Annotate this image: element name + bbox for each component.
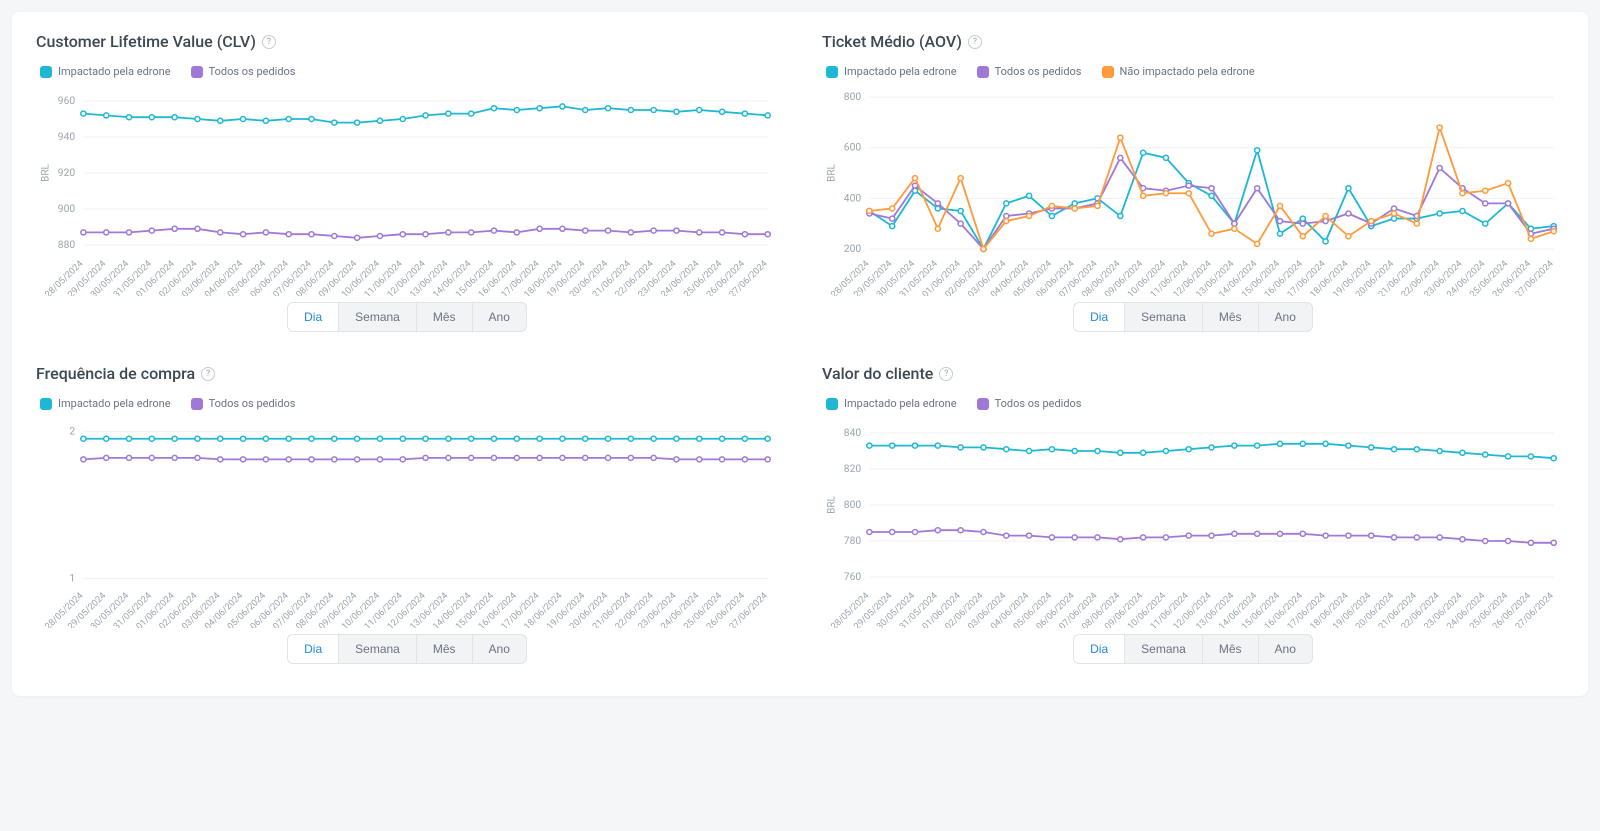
legend-clv: Impactado pela edrone Todos os pedidos: [40, 65, 778, 78]
legend-item-impacted[interactable]: Impactado pela edrone: [826, 397, 957, 410]
period-btn-semana[interactable]: Semana: [1125, 303, 1203, 331]
legend-label: Todos os pedidos: [995, 397, 1082, 410]
legend-item-impacted[interactable]: Impactado pela edrone: [40, 65, 171, 78]
panel-title-text: Ticket Médio (AOV): [822, 32, 962, 51]
period-btn-ano[interactable]: Ano: [473, 303, 526, 331]
period-btn-mês[interactable]: Mês: [1203, 303, 1259, 331]
svg-text:BRL: BRL: [826, 164, 837, 182]
dashboard-page: Customer Lifetime Value (CLV) ? Impactad…: [12, 12, 1588, 696]
period-btn-semana[interactable]: Semana: [1125, 635, 1203, 663]
svg-text:BRL: BRL: [40, 164, 51, 182]
legend-item-all[interactable]: Todos os pedidos: [191, 397, 296, 410]
chart-freq: 1228/05/202429/05/202430/05/202431/05/20…: [36, 418, 778, 628]
chart-grid: Customer Lifetime Value (CLV) ? Impactad…: [20, 20, 1580, 672]
panel-title-text: Valor do cliente: [822, 364, 933, 383]
period-btn-semana[interactable]: Semana: [339, 303, 417, 331]
svg-text:760: 760: [844, 572, 862, 583]
svg-text:800: 800: [844, 500, 862, 511]
svg-text:900: 900: [58, 204, 76, 215]
panel-clv: Customer Lifetime Value (CLV) ? Impactad…: [20, 20, 794, 340]
help-icon[interactable]: ?: [968, 35, 982, 49]
legend-item-impacted[interactable]: Impactado pela edrone: [40, 397, 171, 410]
period-controls-freq: DiaSemanaMêsAno: [36, 634, 778, 664]
legend-label: Impactado pela edrone: [844, 397, 957, 410]
legend-label: Todos os pedidos: [209, 397, 296, 410]
legend-label: Todos os pedidos: [209, 65, 296, 78]
legend-swatch: [191, 398, 203, 410]
svg-text:200: 200: [844, 244, 862, 255]
legend-swatch: [191, 66, 203, 78]
period-btn-dia[interactable]: Dia: [288, 635, 339, 663]
chart-clv: 880900920940960BRL28/05/202429/05/202430…: [36, 86, 778, 296]
legend-item-all[interactable]: Todos os pedidos: [191, 65, 296, 78]
svg-text:880: 880: [58, 240, 76, 251]
legend-swatch: [826, 66, 838, 78]
legend-freq: Impactado pela edrone Todos os pedidos: [40, 397, 778, 410]
chart-cv: 760780800820840BRL28/05/202429/05/202430…: [822, 418, 1564, 628]
period-controls-aov: DiaSemanaMêsAno: [822, 302, 1564, 332]
svg-text:600: 600: [844, 143, 862, 154]
period-btn-ano[interactable]: Ano: [473, 635, 526, 663]
panel-cv: Valor do cliente ? Impactado pela edrone…: [806, 352, 1580, 672]
legend-swatch: [40, 66, 52, 78]
period-btn-dia[interactable]: Dia: [288, 303, 339, 331]
legend-swatch: [826, 398, 838, 410]
legend-item-not_impacted[interactable]: Não impactado pela edrone: [1102, 65, 1255, 78]
period-btn-ano[interactable]: Ano: [1259, 303, 1312, 331]
panel-title-text: Customer Lifetime Value (CLV): [36, 32, 256, 51]
svg-text:920: 920: [58, 168, 76, 179]
period-segmented: DiaSemanaMêsAno: [287, 634, 527, 664]
panel-aov: Ticket Médio (AOV) ? Impactado pela edro…: [806, 20, 1580, 340]
period-btn-mês[interactable]: Mês: [1203, 635, 1259, 663]
legend-label: Impactado pela edrone: [58, 397, 171, 410]
legend-swatch: [1102, 66, 1114, 78]
help-icon[interactable]: ?: [262, 35, 276, 49]
legend-item-impacted[interactable]: Impactado pela edrone: [826, 65, 957, 78]
panel-freq: Frequência de compra ? Impactado pela ed…: [20, 352, 794, 672]
legend-aov: Impactado pela edrone Todos os pedidos Não…: [826, 65, 1564, 78]
panel-title-freq: Frequência de compra ?: [36, 364, 778, 383]
period-segmented: DiaSemanaMêsAno: [287, 302, 527, 332]
svg-text:800: 800: [844, 92, 862, 103]
period-segmented: DiaSemanaMêsAno: [1073, 634, 1313, 664]
svg-text:1: 1: [69, 574, 75, 585]
svg-text:940: 940: [58, 132, 76, 143]
legend-label: Todos os pedidos: [995, 65, 1082, 78]
svg-text:BRL: BRL: [826, 496, 837, 514]
period-controls-clv: DiaSemanaMêsAno: [36, 302, 778, 332]
svg-text:960: 960: [58, 96, 76, 107]
panel-title-cv: Valor do cliente ?: [822, 364, 1564, 383]
legend-item-all[interactable]: Todos os pedidos: [977, 397, 1082, 410]
legend-swatch: [977, 398, 989, 410]
panel-title-text: Frequência de compra: [36, 364, 195, 383]
period-btn-dia[interactable]: Dia: [1074, 635, 1125, 663]
legend-label: Não impactado pela edrone: [1120, 65, 1255, 78]
panel-title-aov: Ticket Médio (AOV) ?: [822, 32, 1564, 51]
svg-text:2: 2: [69, 426, 75, 437]
svg-text:780: 780: [844, 536, 862, 547]
period-btn-mês[interactable]: Mês: [417, 303, 473, 331]
period-btn-dia[interactable]: Dia: [1074, 303, 1125, 331]
period-segmented: DiaSemanaMêsAno: [1073, 302, 1313, 332]
legend-swatch: [977, 66, 989, 78]
chart-aov: 200400600800BRL28/05/202429/05/202430/05…: [822, 86, 1564, 296]
period-btn-semana[interactable]: Semana: [339, 635, 417, 663]
legend-label: Impactado pela edrone: [58, 65, 171, 78]
svg-text:400: 400: [844, 193, 862, 204]
svg-text:820: 820: [844, 464, 862, 475]
legend-item-all[interactable]: Todos os pedidos: [977, 65, 1082, 78]
help-icon[interactable]: ?: [939, 367, 953, 381]
panel-title-clv: Customer Lifetime Value (CLV) ?: [36, 32, 778, 51]
legend-swatch: [40, 398, 52, 410]
help-icon[interactable]: ?: [201, 367, 215, 381]
period-controls-cv: DiaSemanaMêsAno: [822, 634, 1564, 664]
legend-cv: Impactado pela edrone Todos os pedidos: [826, 397, 1564, 410]
period-btn-mês[interactable]: Mês: [417, 635, 473, 663]
legend-label: Impactado pela edrone: [844, 65, 957, 78]
period-btn-ano[interactable]: Ano: [1259, 635, 1312, 663]
svg-text:840: 840: [844, 428, 862, 439]
